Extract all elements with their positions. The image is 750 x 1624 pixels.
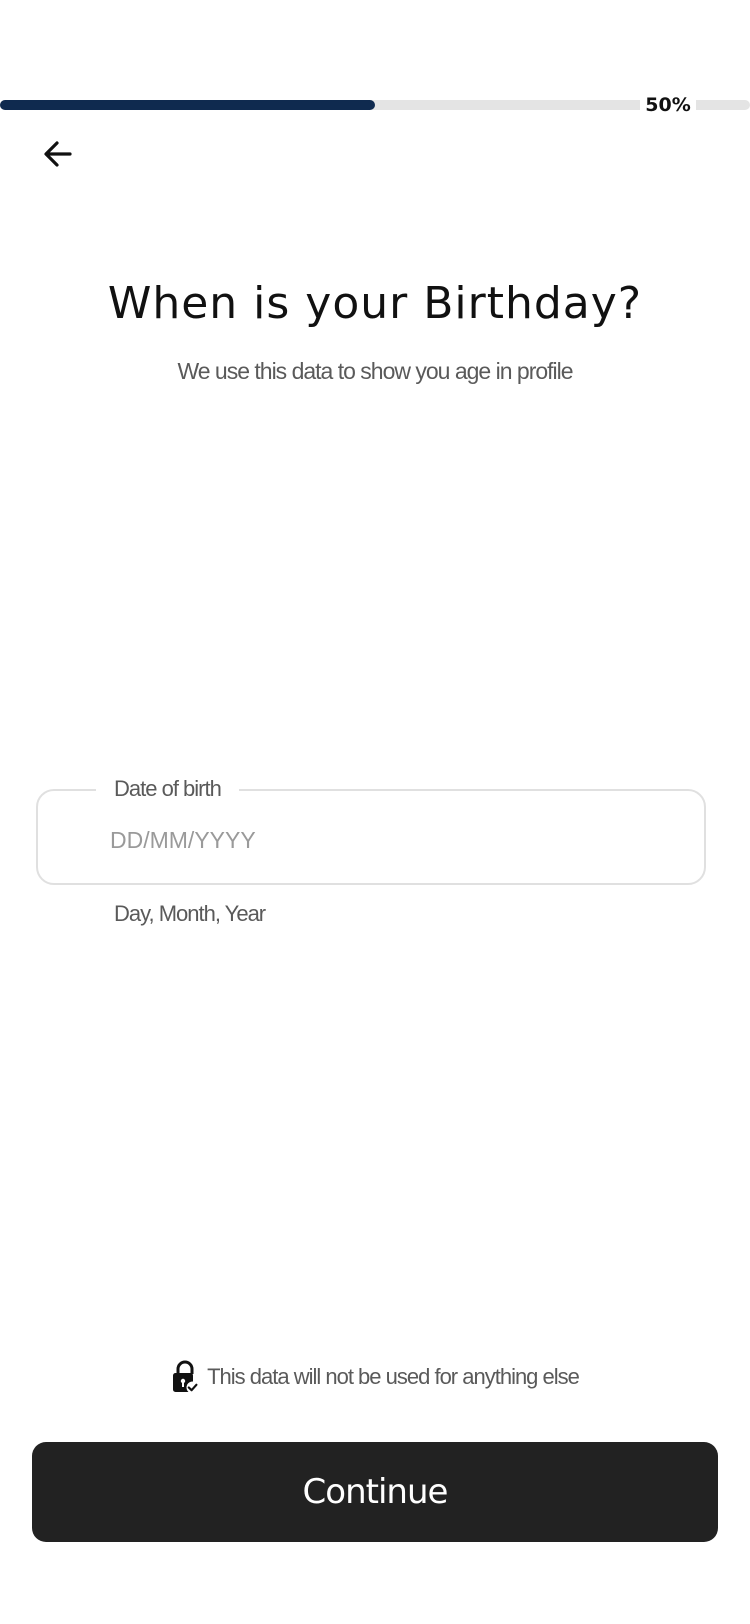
progress-bar: 50%: [0, 94, 750, 116]
page-title: When is your Birthday?: [107, 278, 643, 329]
back-button[interactable]: [36, 132, 80, 176]
date-of-birth-input[interactable]: [110, 820, 650, 860]
arrow-left-icon: [44, 141, 72, 167]
page-subtitle: We use this data to show you age in prof…: [177, 358, 573, 384]
privacy-note: This data will not be used for anything …: [0, 1360, 750, 1394]
date-of-birth-label: Date of birth: [96, 776, 239, 802]
progress-fill: [0, 100, 375, 110]
lock-check-icon: [173, 1360, 199, 1394]
continue-button[interactable]: Continue: [32, 1442, 718, 1542]
date-of-birth-helper: Day, Month, Year: [114, 901, 266, 926]
privacy-text: This data will not be used for anything …: [207, 1364, 580, 1389]
progress-percent: 50%: [640, 94, 696, 116]
